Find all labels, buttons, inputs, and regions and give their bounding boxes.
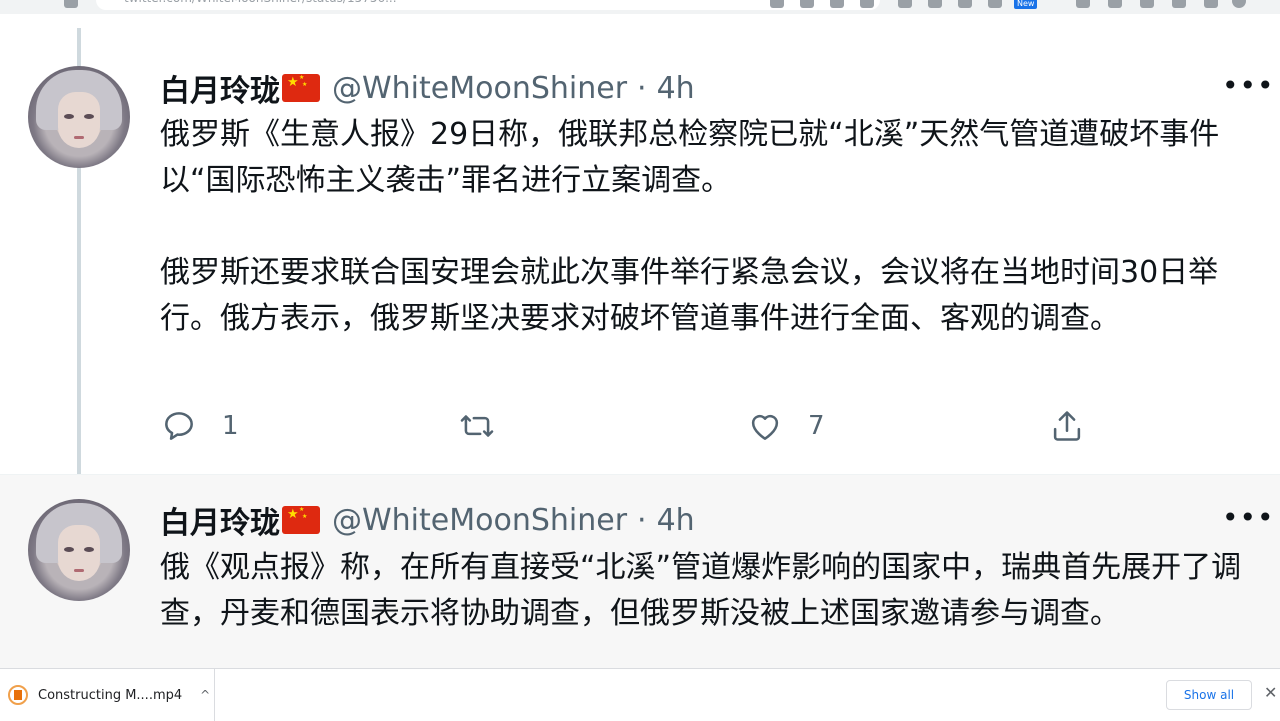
extension-icon[interactable]	[898, 0, 912, 8]
download-item[interactable]: Constructing M....mp4 ^	[0, 669, 215, 721]
close-icon[interactable]: ✕	[1264, 683, 1277, 702]
avatar[interactable]	[28, 66, 130, 168]
open-in-app-icon[interactable]	[770, 0, 784, 8]
extension-icon[interactable]	[958, 0, 972, 8]
tweet[interactable]: 白月玲珑 ★ ★ ★ @WhiteMoonShiner · 4h ••• 俄《观…	[0, 474, 1280, 669]
china-flag-icon: ★ ★ ★	[282, 74, 320, 102]
china-flag-icon: ★ ★ ★	[282, 506, 320, 534]
extension-icon[interactable]	[1172, 0, 1186, 8]
more-options-icon[interactable]: •••	[1222, 72, 1274, 106]
retweet-icon	[460, 415, 494, 437]
extension-icon[interactable]	[1140, 0, 1154, 8]
extension-icon[interactable]	[928, 0, 942, 8]
separator-dot: ·	[637, 502, 647, 538]
chevron-up-icon[interactable]: ^	[200, 688, 210, 702]
download-bar: Constructing M....mp4 ^ Show all ✕	[0, 668, 1280, 721]
new-badge: New	[1014, 0, 1038, 9]
reply-count: 1	[222, 411, 239, 441]
tweet-paragraph: 俄罗斯还要求联合国安理会就此次事件举行紧急会议，会议将在当地时间30日举行。俄方…	[160, 255, 1219, 336]
extension-icon[interactable]	[988, 0, 1002, 8]
tweet-paragraph: 俄罗斯《生意人报》29日称，俄联邦总检察院已就“北溪”天然气管道遭破坏事件以“国…	[160, 117, 1220, 198]
tweet-paragraph: 俄《观点报》称，在所有直接受“北溪”管道爆炸影响的国家中，瑞典首先展开了调查，丹…	[160, 550, 1242, 631]
tweet-text: 俄《观点报》称，在所有直接受“北溪”管道爆炸影响的国家中，瑞典首先展开了调查，丹…	[160, 545, 1260, 637]
like-button[interactable]: 7	[746, 404, 825, 448]
retweet-button[interactable]	[458, 404, 496, 448]
tweet-actions: 1 7	[160, 404, 1100, 448]
extension-icon[interactable]	[1076, 0, 1090, 8]
extensions-puzzle-icon[interactable]	[1204, 0, 1218, 8]
zoom-icon[interactable]	[800, 0, 814, 8]
display-name[interactable]: 白月玲珑	[160, 66, 280, 110]
reply-button[interactable]: 1	[160, 404, 239, 448]
user-handle[interactable]: @WhiteMoonShiner	[332, 71, 627, 106]
reply-icon	[165, 412, 193, 440]
download-file-name: Constructing M....mp4	[38, 687, 183, 703]
address-bar[interactable]: twitter.com/WhiteMoonShiner/status/15756…	[96, 0, 880, 10]
tweet-header: 白月玲珑 ★ ★ ★ @WhiteMoonShiner · 4h	[160, 498, 695, 542]
separator-dot: ·	[637, 70, 647, 106]
browser-toolbar: twitter.com/WhiteMoonShiner/status/15756…	[0, 0, 1280, 15]
bookmark-star-icon[interactable]	[860, 0, 874, 8]
video-file-icon	[8, 685, 28, 705]
extension-icon[interactable]	[1108, 0, 1122, 8]
tweet[interactable]: 白月玲珑 ★ ★ ★ @WhiteMoonShiner · 4h ••• 俄罗斯…	[0, 14, 1280, 488]
heart-icon	[751, 414, 779, 440]
share-upload-icon	[1053, 411, 1081, 441]
display-name[interactable]: 白月玲珑	[160, 498, 280, 542]
like-count: 7	[808, 411, 825, 441]
show-all-button[interactable]: Show all	[1166, 680, 1252, 710]
user-handle[interactable]: @WhiteMoonShiner	[332, 503, 627, 538]
timestamp[interactable]: 4h	[657, 71, 695, 106]
more-options-icon[interactable]: •••	[1222, 504, 1274, 538]
info-icon[interactable]	[64, 0, 78, 8]
share-button[interactable]	[1048, 404, 1086, 448]
tweet-header: 白月玲珑 ★ ★ ★ @WhiteMoonShiner · 4h	[160, 66, 695, 110]
avatar[interactable]	[28, 499, 130, 601]
tweet-text: 俄罗斯《生意人报》29日称，俄联邦总检察院已就“北溪”天然气管道遭破坏事件以“国…	[160, 112, 1260, 342]
profile-avatar[interactable]	[1232, 0, 1246, 8]
share-icon[interactable]	[830, 0, 844, 8]
timestamp[interactable]: 4h	[657, 503, 695, 538]
